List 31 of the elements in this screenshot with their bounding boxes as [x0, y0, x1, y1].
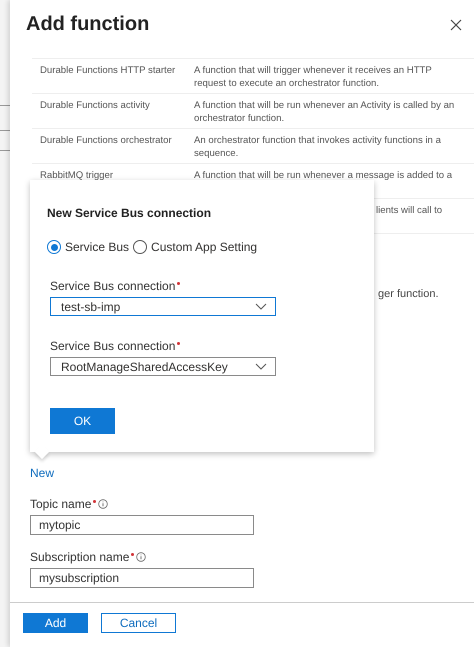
field-label: Service Bus connection	[50, 279, 176, 293]
field-label: Subscription name	[30, 550, 130, 564]
popup-title: New Service Bus connection	[47, 206, 212, 220]
template-description: ger function.	[378, 288, 439, 300]
template-description: A function that will trigger whenever it receives an HTTP request to execute an orchestrator function.	[194, 65, 432, 89]
template-name: Durable Functions activity	[40, 100, 150, 111]
info-icon[interactable]	[98, 499, 108, 509]
close-icon[interactable]	[450, 19, 462, 31]
template-description: An orchestrator function that invokes activity functions in a sequence.	[194, 135, 441, 159]
radio-option[interactable]: Custom App Setting	[133, 240, 258, 254]
template-description: lients will call to	[376, 205, 442, 216]
radio-option[interactable]: Service Bus	[47, 240, 130, 254]
template-description: A function that will be run whenever a message is added to a	[194, 170, 452, 181]
panel-title: Add function	[26, 12, 150, 36]
dropdown[interactable]: test-sb-imp	[50, 297, 276, 316]
field-label: Topic name	[30, 497, 92, 511]
template-name: Durable Functions orchestrator	[40, 135, 172, 146]
add-button[interactable]: Add	[23, 613, 88, 633]
info-icon[interactable]	[136, 552, 146, 562]
template-name: Durable Functions HTTP starter	[40, 65, 176, 76]
input-field[interactable]: mytopic	[30, 515, 254, 535]
chevron-down-icon	[255, 363, 267, 370]
input-field[interactable]: mysubscription	[30, 568, 254, 588]
new-link[interactable]: New	[30, 466, 54, 480]
template-name: RabbitMQ trigger	[40, 170, 114, 181]
dropdown[interactable]: RootManageSharedAccessKey	[50, 357, 276, 376]
cancel-button[interactable]: Cancel	[101, 613, 176, 633]
ok-button[interactable]: OK	[50, 408, 115, 434]
chevron-down-icon	[255, 303, 267, 310]
template-description: A function that will be run whenever an Activity is called by an orchestrator function.	[194, 100, 454, 124]
field-label: Service Bus connection	[50, 339, 176, 353]
